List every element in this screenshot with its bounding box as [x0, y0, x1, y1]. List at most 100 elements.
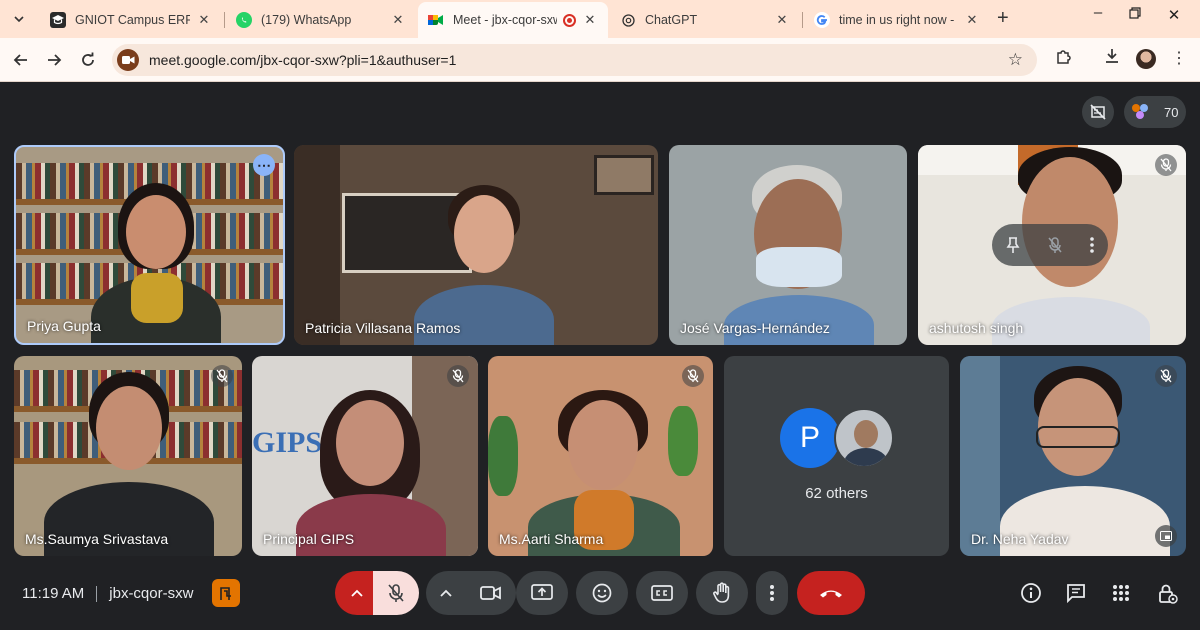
participant-tile[interactable]: Patricia Villasana Ramos: [294, 145, 658, 345]
clock-time: 11:19 AM: [22, 585, 85, 602]
glasses: [1036, 426, 1120, 448]
host-controls-lock-icon[interactable]: [1155, 581, 1179, 605]
participant-video: [1000, 366, 1170, 556]
camera-toggle-group[interactable]: [426, 571, 516, 615]
tab-google-meet[interactable]: Meet - jbx-cqor-sxw ✕: [418, 2, 608, 38]
muted-mic-icon: [1155, 154, 1177, 176]
more-vert-icon[interactable]: [1089, 236, 1095, 254]
chat-icon[interactable]: [1064, 581, 1088, 605]
call-end-icon: [820, 590, 842, 598]
close-tab-icon[interactable]: ✕: [964, 12, 980, 28]
participant-video: [724, 165, 874, 345]
camera-site-icon[interactable]: [117, 49, 139, 71]
url-text: meet.google.com/jbx-cqor-sxw?pli=1&authu…: [149, 52, 457, 68]
meeting-code: jbx-cqor-sxw: [109, 585, 194, 602]
close-tab-icon[interactable]: ✕: [774, 12, 790, 28]
closed-captions-icon: [651, 585, 673, 601]
tab-google-search[interactable]: time in us right now - Go ✕: [804, 2, 990, 38]
address-bar[interactable]: meet.google.com/jbx-cqor-sxw?pli=1&authu…: [112, 44, 1037, 76]
profile-avatar[interactable]: [1136, 49, 1156, 69]
forward-button[interactable]: [43, 49, 65, 71]
pin-icon[interactable]: [1005, 236, 1021, 254]
raise-hand-button[interactable]: [696, 571, 748, 615]
google-meet-icon: [428, 12, 444, 28]
tab-title: GNIOT Campus ERP: [75, 13, 190, 27]
participant-tile[interactable]: Ms.Aarti Sharma: [488, 356, 713, 556]
mic-off-icon: [388, 584, 404, 602]
close-tab-icon[interactable]: ✕: [582, 12, 598, 28]
tab-gniot-erp[interactable]: GNIOT Campus ERP ✕: [40, 2, 222, 38]
participant-count: 70: [1164, 104, 1179, 120]
more-options-icon[interactable]: ⋯: [253, 154, 275, 176]
graduation-cap-icon: [50, 12, 66, 28]
chevron-down-icon: [14, 16, 24, 23]
chevron-up-icon: [351, 589, 363, 597]
hand-icon: [713, 582, 730, 603]
tab-whatsapp[interactable]: (179) WhatsApp ✕: [226, 2, 416, 38]
google-icon: [814, 12, 830, 28]
minimize-icon[interactable]: –: [1088, 4, 1108, 21]
emoji-icon: [592, 583, 612, 603]
download-icon[interactable]: [1100, 48, 1124, 69]
close-tab-icon[interactable]: ✕: [390, 12, 406, 28]
participant-video: [296, 380, 446, 556]
participant-name: Principal GIPS: [263, 531, 355, 547]
microphone-toggle-button[interactable]: [373, 571, 419, 615]
participant-tile[interactable]: ashutosh singh: [918, 145, 1186, 345]
participant-tile[interactable]: José Vargas-Hernández: [669, 145, 907, 345]
tab-chatgpt[interactable]: ChatGPT ✕: [610, 2, 800, 38]
participants-chip[interactable]: 70: [1124, 96, 1186, 128]
tab-title: (179) WhatsApp: [261, 13, 352, 27]
meeting-details-icon[interactable]: [1019, 581, 1043, 605]
captions-button[interactable]: [636, 571, 688, 615]
picture-in-picture-icon[interactable]: [1155, 525, 1177, 547]
activity-badge-icon[interactable]: [212, 579, 240, 607]
whatsapp-icon: [236, 12, 252, 28]
arrow-left-icon: [13, 54, 27, 66]
more-options-button[interactable]: [756, 571, 788, 615]
mic-off-icon[interactable]: [1047, 236, 1063, 254]
bookmark-star-icon[interactable]: ☆: [1008, 50, 1023, 70]
more-vert-icon[interactable]: ⋮: [1167, 48, 1191, 68]
tab-search-button[interactable]: [8, 8, 30, 30]
participant-tile[interactable]: Ms.Saumya Srivastava: [14, 356, 242, 556]
back-button[interactable]: [10, 49, 32, 71]
arrow-right-icon: [48, 54, 62, 66]
reactions-button[interactable]: [576, 571, 628, 615]
avatar-letter: P: [780, 408, 840, 468]
recording-indicator-icon: [563, 13, 576, 27]
extensions-icon[interactable]: [1051, 48, 1075, 70]
participant-name: José Vargas-Hernández: [680, 320, 830, 336]
close-tab-icon[interactable]: ✕: [196, 12, 212, 28]
close-window-icon[interactable]: ✕: [1164, 6, 1184, 24]
participant-name: Priya Gupta: [27, 318, 101, 334]
participant-name: Ms.Saumya Srivastava: [25, 531, 169, 547]
restore-icon[interactable]: [1125, 6, 1145, 23]
meeting-info: 11:19 AM jbx-cqor-sxw: [22, 585, 193, 602]
activities-grid-icon[interactable]: [1109, 581, 1133, 605]
video-camera-icon[interactable]: [480, 585, 502, 601]
participant-tile[interactable]: ⋯ Priya Gupta: [14, 145, 285, 345]
leave-call-button[interactable]: [797, 571, 865, 615]
present-to-all-icon: [531, 584, 553, 600]
chevron-up-icon[interactable]: [440, 589, 452, 597]
new-tab-button[interactable]: +: [997, 7, 1009, 30]
tab-title: ChatGPT: [645, 13, 698, 27]
participant-tile[interactable]: GIPS Principal GIPS: [252, 356, 478, 556]
reload-button[interactable]: [77, 49, 99, 71]
avatar: [834, 408, 894, 468]
no-camera-button[interactable]: [1082, 96, 1114, 128]
tile-hover-controls: [992, 224, 1108, 266]
tab-strip: GNIOT Campus ERP ✕ (179) WhatsApp ✕ Meet…: [0, 0, 1200, 38]
others-tile[interactable]: P 62 others: [724, 356, 949, 556]
participant-name: ashutosh singh: [929, 320, 1024, 336]
participant-name: Ms.Aarti Sharma: [499, 531, 604, 547]
present-screen-button[interactable]: [516, 571, 568, 615]
participant-avatars-icon: [1132, 104, 1148, 119]
others-count-label: 62 others: [805, 485, 868, 502]
participant-name: Dr. Neha Yadav: [971, 531, 1069, 547]
reload-icon: [82, 52, 94, 66]
participant-name: Patricia Villasana Ramos: [305, 320, 461, 336]
muted-mic-icon: [1155, 365, 1177, 387]
participant-tile[interactable]: Dr. Neha Yadav: [960, 356, 1186, 556]
